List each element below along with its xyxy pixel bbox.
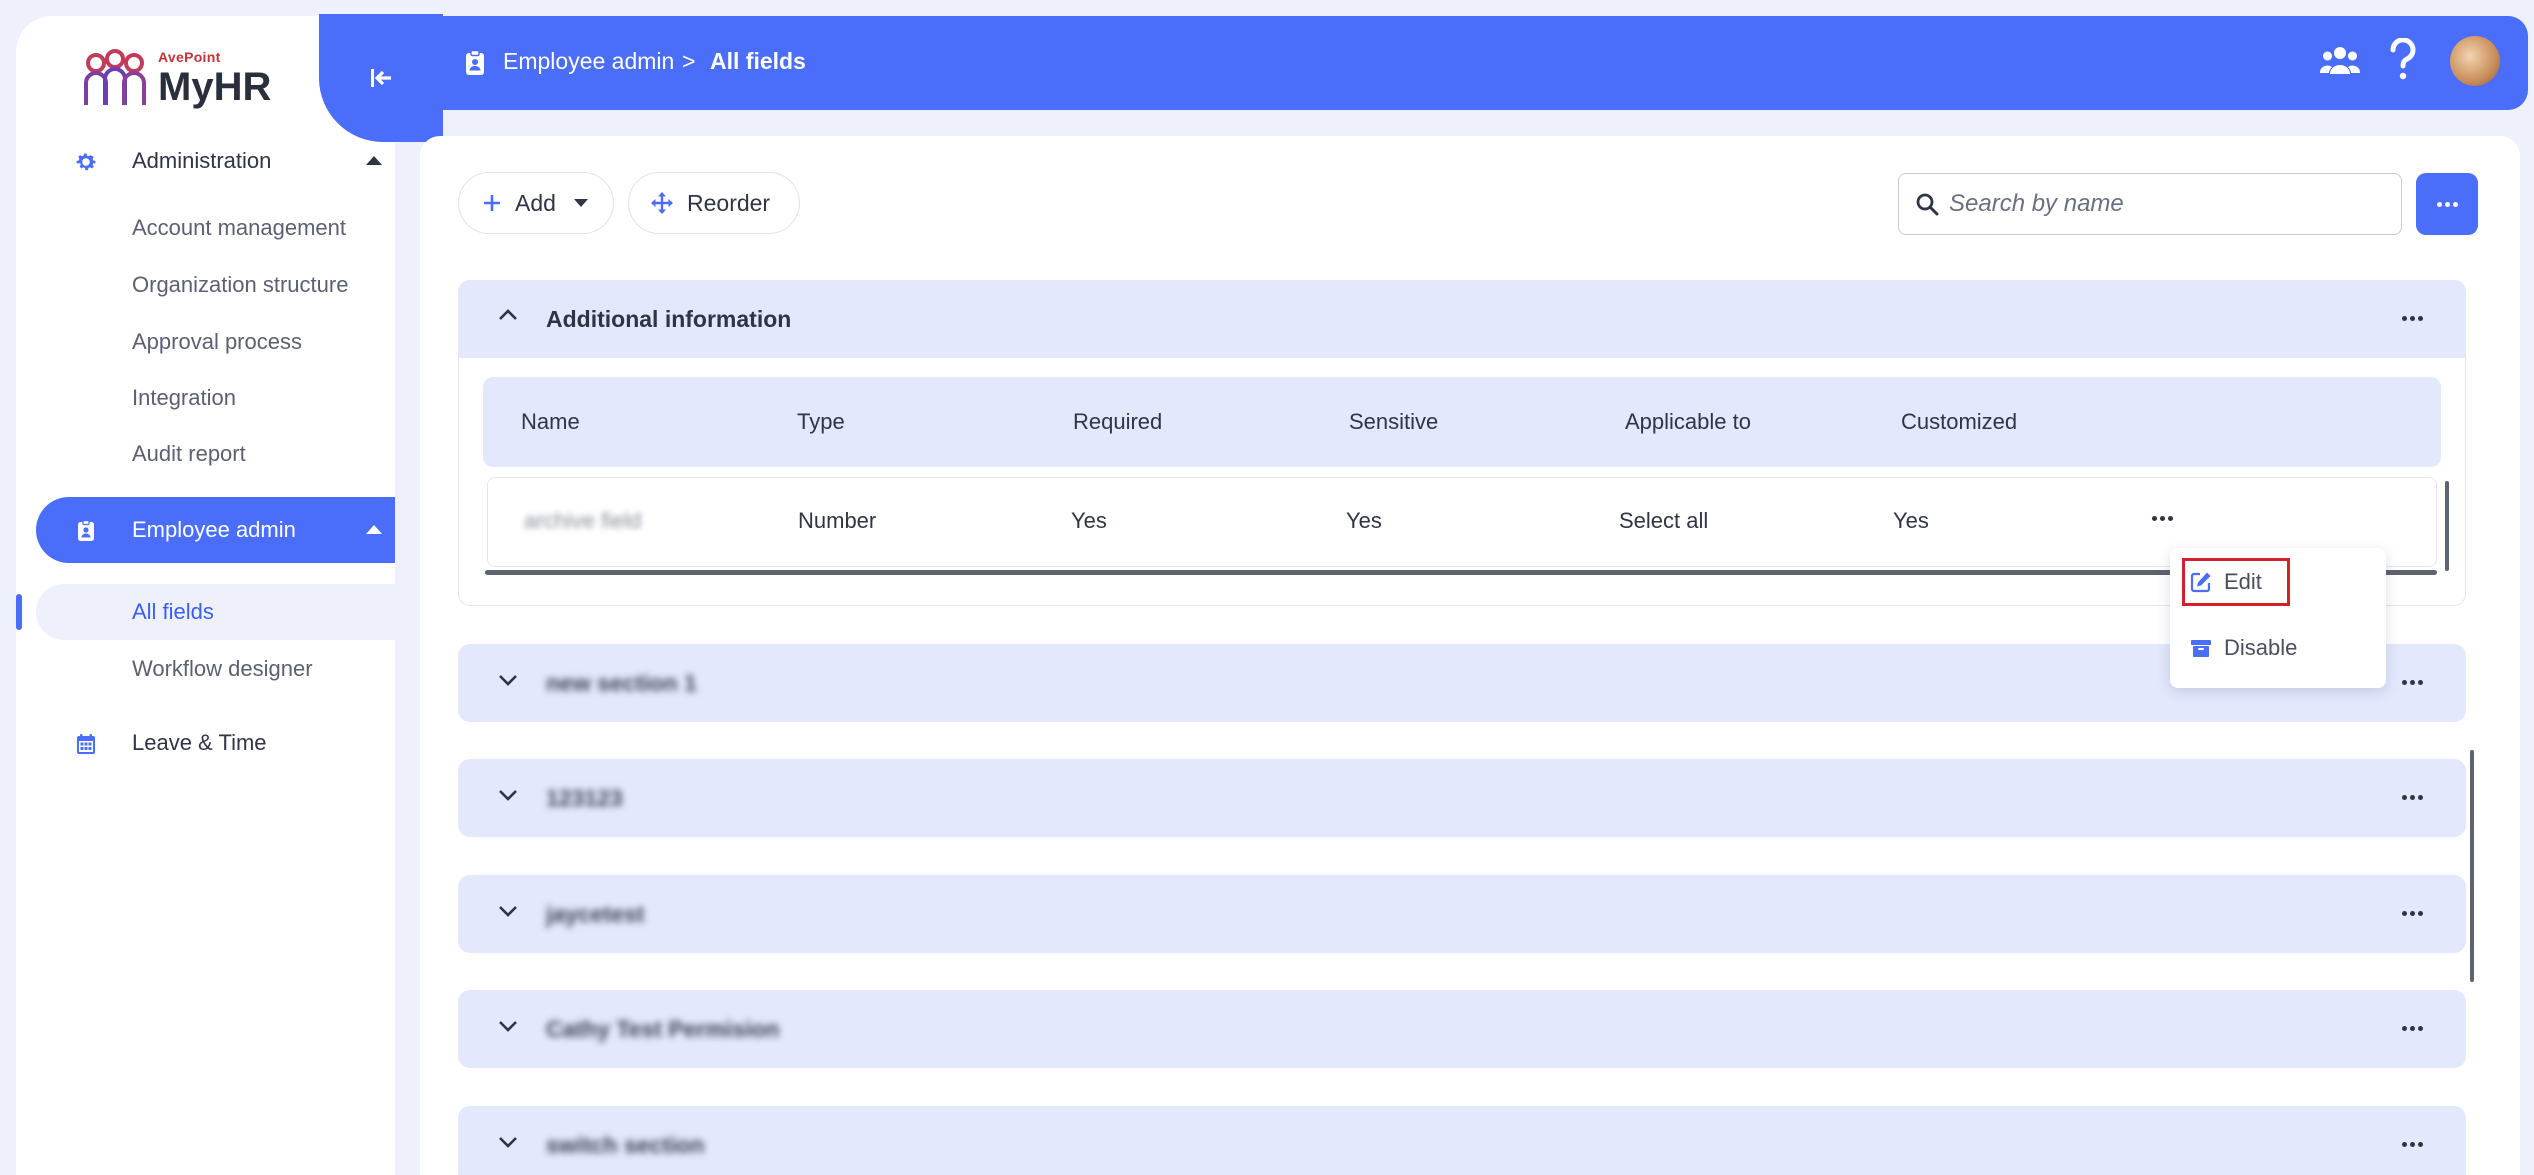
column-header-required: Required <box>1073 409 1163 434</box>
reorder-button[interactable]: Reorder <box>628 172 800 234</box>
nav-section-label: Leave & Time <box>132 730 267 755</box>
section-title: jaycetest <box>546 901 645 927</box>
section-additional-information: Additional information Name Type Require… <box>458 280 2466 606</box>
search-input[interactable] <box>1949 190 2379 218</box>
breadcrumb-separator: > <box>682 48 696 74</box>
page-scrollbar[interactable] <box>2470 750 2474 982</box>
clipboard-icon <box>78 519 94 541</box>
main-content: Add Reorder Additional information <box>420 136 2520 1175</box>
column-header-type: Type <box>797 409 845 434</box>
section-more-icon[interactable] <box>2402 1026 2423 1031</box>
row-context-menu: Edit Disable <box>2170 548 2386 688</box>
add-button-label: Add <box>515 189 556 216</box>
chevron-down-icon <box>499 790 517 801</box>
chevron-down-icon <box>499 675 517 686</box>
table-header: Name Type Required Sensitive Applicable … <box>483 377 2441 467</box>
nav-section-label: Administration <box>132 148 272 173</box>
horizontal-scrollbar[interactable] <box>485 570 2437 575</box>
section-new-section-1[interactable]: new section 1 <box>458 644 2466 722</box>
reorder-button-label: Reorder <box>687 189 771 216</box>
myhr-logo-icon <box>84 49 146 105</box>
sidebar-item-integration[interactable]: Integration <box>36 370 395 426</box>
section-jaycetest[interactable]: jaycetest <box>458 875 2466 953</box>
menu-item-disable-label: Disable <box>2224 635 2298 660</box>
menu-item-disable[interactable]: Disable <box>2190 628 2297 668</box>
row-more-icon[interactable] <box>2152 516 2173 521</box>
add-button[interactable]: Add <box>458 172 614 234</box>
caret-up-icon <box>366 525 382 534</box>
section-title: Additional information <box>546 306 792 332</box>
archive-icon <box>2191 640 2211 657</box>
section-cathy-test-permision[interactable]: Cathy Test Permision <box>458 990 2466 1068</box>
help-icon[interactable] <box>2388 38 2418 82</box>
menu-item-edit[interactable]: Edit <box>2190 562 2262 602</box>
sidebar-item-audit-report[interactable]: Audit report <box>36 426 395 482</box>
plus-icon <box>484 195 500 211</box>
section-header[interactable]: Additional information <box>458 280 2466 358</box>
sidebar-item-organization-structure[interactable]: Organization structure <box>36 257 395 313</box>
gear-icon <box>76 153 96 171</box>
section-123123[interactable]: 123123 <box>458 759 2466 837</box>
brand-small-label: AvePoint <box>158 48 221 65</box>
column-header-sensitive: Sensitive <box>1349 409 1439 434</box>
section-more-icon[interactable] <box>2402 680 2423 685</box>
top-header: Employee admin > All fields <box>420 16 2528 110</box>
chevron-down-icon <box>499 906 517 917</box>
clipboard-icon <box>466 49 484 75</box>
cell-name: archive field <box>524 508 642 533</box>
section-more-icon[interactable] <box>2402 316 2423 321</box>
edit-icon <box>2190 572 2211 593</box>
chevron-down-icon <box>499 1137 517 1148</box>
section-more-icon[interactable] <box>2402 1142 2423 1147</box>
search-field[interactable] <box>1898 173 2402 235</box>
column-header-applicable-to: Applicable to <box>1625 409 1751 434</box>
chevron-up-icon <box>499 309 517 320</box>
nav-section-label: Employee admin <box>132 517 296 542</box>
section-title: new section 1 <box>546 670 697 696</box>
table-row[interactable]: archive field Number Yes Yes Select all … <box>487 477 2437 567</box>
menu-item-edit-label: Edit <box>2224 569 2262 594</box>
app-name: MyHR <box>158 64 272 109</box>
cell-required: Yes <box>1071 508 1107 533</box>
column-header-customized: Customized <box>1901 409 2018 434</box>
search-icon <box>1916 193 1939 216</box>
sidebar-item-account-management[interactable]: Account management <box>36 200 395 256</box>
section-title: switch section <box>546 1132 705 1158</box>
nav-section-leave-time[interactable]: Leave & Time <box>36 710 395 776</box>
collapse-left-icon <box>371 69 391 87</box>
section-switch-section[interactable]: switch section <box>458 1106 2466 1175</box>
people-icon[interactable] <box>2320 44 2360 80</box>
app-logo[interactable]: AvePoint MyHR <box>82 40 271 120</box>
cell-customized: Yes <box>1893 508 1929 533</box>
cell-type: Number <box>798 508 877 533</box>
cell-sensitive: Yes <box>1346 508 1382 533</box>
section-title: Cathy Test Permision <box>546 1016 780 1042</box>
more-actions-button[interactable] <box>2416 173 2478 235</box>
nav-section-employee-admin[interactable]: Employee admin <box>36 497 395 563</box>
section-more-icon[interactable] <box>2402 795 2423 800</box>
caret-down-icon <box>573 199 588 207</box>
breadcrumb-employee-admin[interactable]: Employee admin <box>503 48 674 75</box>
sidebar-item-approval-process[interactable]: Approval process <box>36 314 395 370</box>
move-arrows-icon <box>651 192 673 214</box>
sidebar-item-workflow-designer[interactable]: Workflow designer <box>36 641 395 697</box>
sidebar-item-all-fields[interactable]: All fields <box>36 584 395 640</box>
column-header-name: Name <box>521 409 580 434</box>
sidebar: AvePoint MyHR Administration Account man… <box>16 14 443 1175</box>
calendar-icon <box>77 734 95 754</box>
selected-indicator <box>16 594 22 630</box>
section-title: 123123 <box>546 785 623 811</box>
chevron-down-icon <box>499 1021 517 1032</box>
breadcrumb-all-fields: All fields <box>710 48 806 74</box>
avatar[interactable] <box>2450 36 2500 86</box>
caret-up-icon <box>366 156 382 165</box>
nav-section-administration[interactable]: Administration <box>36 128 395 194</box>
more-icon <box>2436 201 2458 207</box>
cell-applicable-to: Select all <box>1619 508 1709 533</box>
section-more-icon[interactable] <box>2402 911 2423 916</box>
vertical-scrollbar[interactable] <box>2445 481 2449 571</box>
